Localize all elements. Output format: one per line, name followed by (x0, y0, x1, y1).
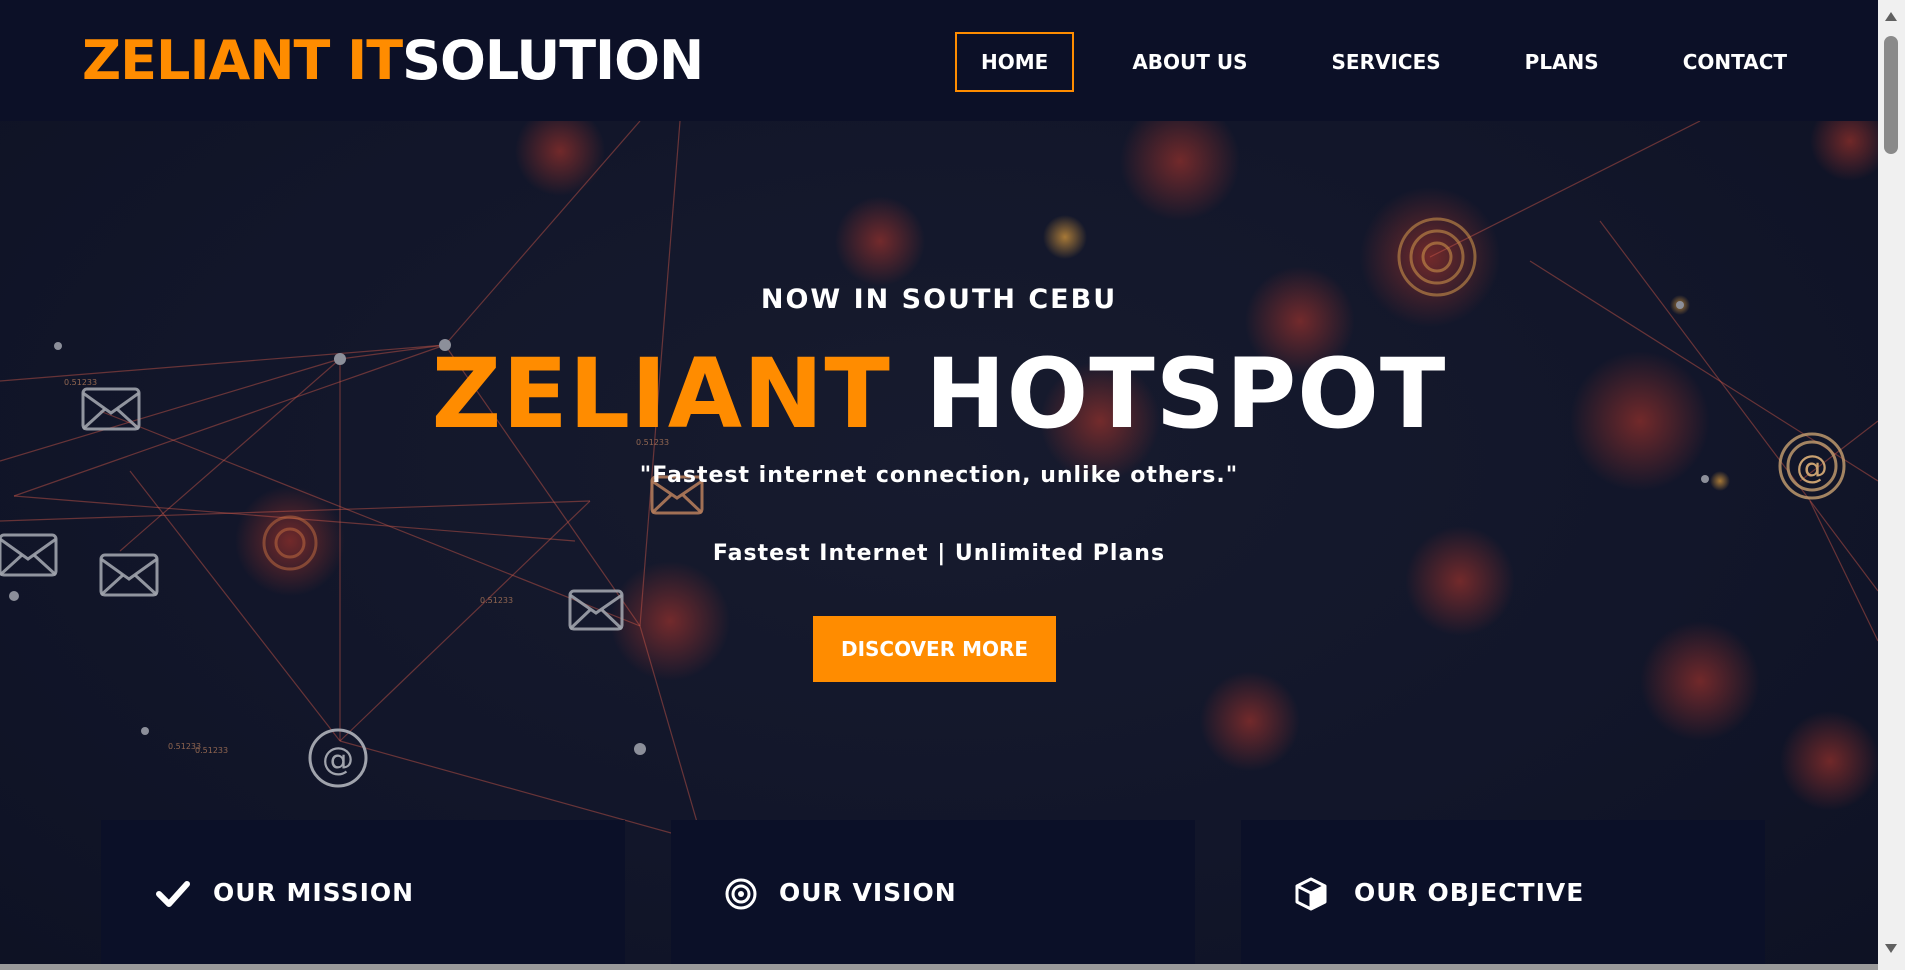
nav-contact[interactable]: CONTACT (1657, 32, 1813, 92)
site-header: ZELIANT ITSOLUTION HOME ABOUT US SERVICE… (0, 0, 1878, 121)
vision-card[interactable]: OUR VISION (671, 820, 1195, 970)
scroll-down-arrow-icon[interactable] (1885, 944, 1897, 953)
mission-card[interactable]: OUR MISSION (101, 820, 625, 970)
bg-label: 0.51233 (480, 596, 513, 605)
logo-main-text: SOLUTION (402, 29, 704, 92)
page: ZELIANT ITSOLUTION HOME ABOUT US SERVICE… (0, 0, 1878, 970)
objective-card-title: OUR OBJECTIVE (1354, 878, 1585, 907)
hero-tagline: Fastest Internet | Unlimited Plans (712, 541, 1166, 566)
nav-plans[interactable]: PLANS (1499, 32, 1625, 92)
cube-icon (1295, 877, 1327, 911)
objective-card[interactable]: OUR OBJECTIVE (1241, 820, 1765, 970)
site-logo[interactable]: ZELIANT ITSOLUTION (82, 29, 704, 92)
scroll-up-arrow-icon[interactable] (1885, 12, 1897, 21)
nav-home[interactable]: HOME (955, 32, 1075, 92)
hero-eyebrow: NOW IN SOUTH CEBU (760, 284, 1118, 315)
hero-quote: "Fastest internet connection, unlike oth… (639, 463, 1239, 488)
svg-text:@: @ (322, 740, 354, 778)
window-bottom-edge (0, 964, 1878, 970)
main-nav: HOME ABOUT US SERVICES PLANS CONTACT (955, 32, 1845, 92)
vision-card-title: OUR VISION (779, 878, 957, 907)
scrollbar-thumb[interactable] (1884, 36, 1898, 154)
nav-services[interactable]: SERVICES (1306, 32, 1467, 92)
hero-title-main: HOTSPOT (925, 338, 1447, 450)
hero-title: ZELIANT HOTSPOT (0, 339, 1878, 449)
vertical-scrollbar[interactable] (1878, 0, 1905, 970)
hero-title-accent: ZELIANT (431, 338, 891, 450)
mission-card-title: OUR MISSION (213, 878, 415, 907)
nav-about-us[interactable]: ABOUT US (1106, 32, 1273, 92)
checkmark-icon (156, 881, 190, 907)
discover-more-button[interactable]: DISCOVER MORE (813, 616, 1056, 682)
target-icon (725, 878, 757, 910)
bg-label: 0.51233 (195, 746, 228, 755)
hero-section: @ @ 0.51233 0.51233 0.51233 0.51233 0.51… (0, 121, 1878, 970)
logo-accent-text: ZELIANT IT (82, 29, 403, 92)
